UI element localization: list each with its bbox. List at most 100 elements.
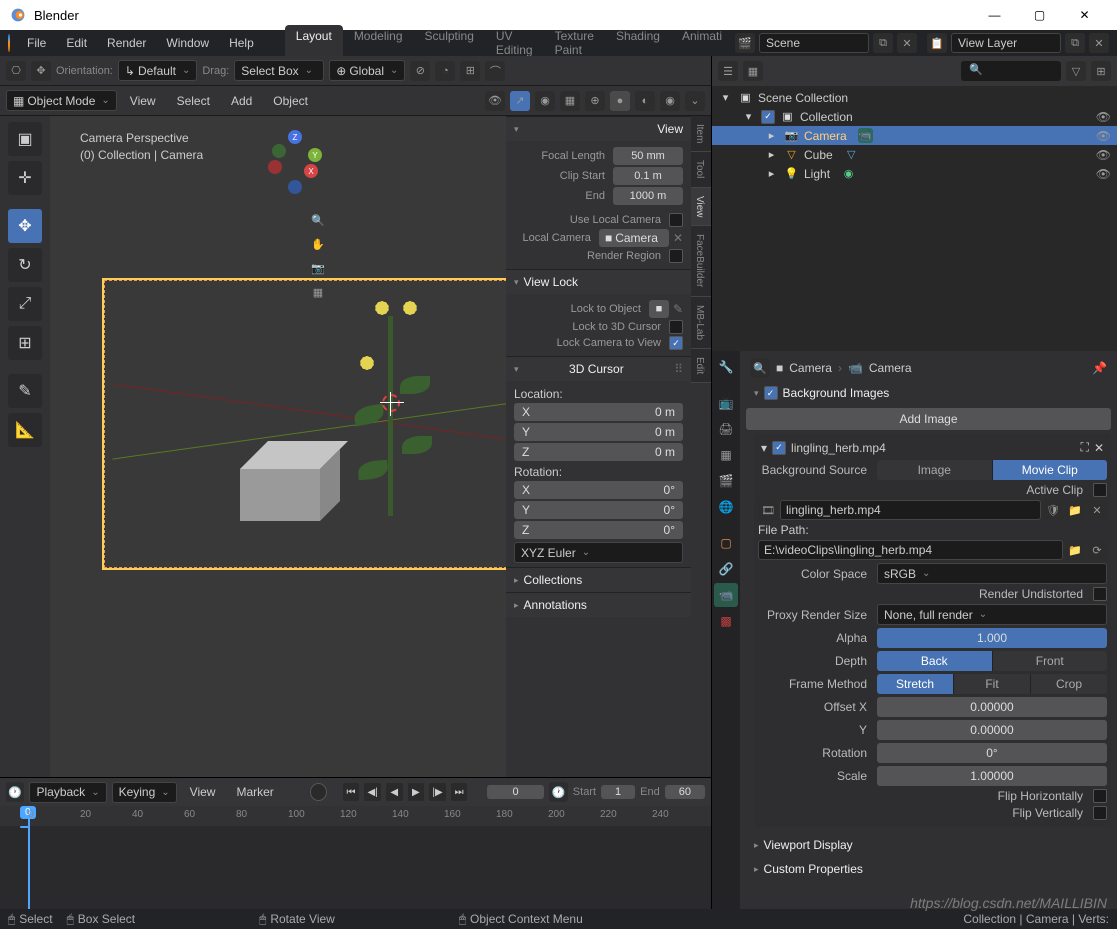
proportional-icon[interactable]: ◔ <box>435 61 455 81</box>
orientation-dropdown[interactable]: ↳Default <box>118 60 197 81</box>
clip-end-field[interactable]: 1000 m <box>613 187 683 205</box>
ptab-camera-data[interactable]: 📹 <box>714 583 738 607</box>
ptab-scene[interactable]: 🎬 <box>714 469 738 493</box>
cursor-z-field[interactable]: Z0 m <box>514 443 683 461</box>
offsetx-field[interactable]: 0.00000 <box>877 697 1107 717</box>
depth-front[interactable]: Front <box>993 651 1108 671</box>
mode-dropdown[interactable]: ▦Object Mode <box>6 90 117 111</box>
folder-icon[interactable]: 📁 <box>1065 500 1085 520</box>
annotate-tool[interactable]: ✎ <box>8 374 42 408</box>
ptab-constraints[interactable]: 🔗 <box>714 557 738 581</box>
plant-object[interactable] <box>340 296 440 526</box>
select-menu[interactable]: Select <box>169 92 218 110</box>
eye-icon[interactable]: 👁 <box>1096 110 1111 124</box>
viewlock-panel-header[interactable]: View Lock <box>506 270 691 294</box>
ptab-world[interactable]: 🌐 <box>714 495 738 519</box>
axis-z[interactable]: Z <box>288 130 302 144</box>
cursor-rx-field[interactable]: X0° <box>514 481 683 499</box>
ptab-render[interactable]: 📺 <box>714 391 738 415</box>
scene-collection-row[interactable]: ▾▣Scene Collection <box>712 88 1117 107</box>
ptab-output[interactable]: 🖨 <box>714 417 738 441</box>
eye-icon[interactable]: 👁 <box>1096 167 1111 181</box>
transform-tool[interactable]: ⊞ <box>8 326 42 360</box>
select-box-tool[interactable]: ▣ <box>8 122 42 156</box>
collections-panel-header[interactable]: Collections <box>506 568 691 592</box>
cursor-x-field[interactable]: X0 m <box>514 403 683 421</box>
axis-neg3[interactable] <box>288 180 302 194</box>
play-button[interactable]: ▶ <box>408 783 425 801</box>
scene-delete-icon[interactable]: ✕ <box>897 33 917 53</box>
menu-window[interactable]: Window <box>157 33 218 53</box>
drag-dropdown[interactable]: Select Box <box>234 60 324 81</box>
outliner-editor-icon[interactable]: ☰ <box>718 61 738 81</box>
shading-solid-icon[interactable]: ● <box>610 91 630 111</box>
pan-hand-icon[interactable]: ✋ <box>308 234 328 254</box>
ntab-item[interactable]: Item <box>691 116 711 152</box>
transform-orientation[interactable]: ⊕Global <box>329 60 405 81</box>
timeline-editor-icon[interactable]: 🕐 <box>6 782 24 802</box>
clip-start-field[interactable]: 0.1 m <box>613 167 683 185</box>
editor-type-icon[interactable]: ⎔ <box>6 61 26 81</box>
viewlayer-copy-icon[interactable]: ⧉ <box>1065 33 1085 53</box>
menu-edit[interactable]: Edit <box>57 33 96 53</box>
custom-props-header[interactable]: Custom Properties <box>746 857 1111 881</box>
maximize-button[interactable]: ▢ <box>1017 0 1062 30</box>
cursor-ry-field[interactable]: Y0° <box>514 501 683 519</box>
focal-length-field[interactable]: 50 mm <box>613 147 683 165</box>
preview-range-icon[interactable]: 🕐 <box>549 782 567 802</box>
camera-item-row[interactable]: ▸📷Camera📹👁 <box>712 126 1117 145</box>
keying-menu[interactable]: Keying <box>112 782 177 803</box>
axis-x[interactable]: X <box>304 164 318 178</box>
gizmo-icon[interactable]: ↗ <box>510 91 530 111</box>
ntab-mblab[interactable]: MB-Lab <box>691 297 711 349</box>
viewlayer-browse-icon[interactable]: 📋 <box>927 33 947 53</box>
view-panel-header[interactable]: View <box>506 117 691 141</box>
colorspace-dropdown[interactable]: sRGB <box>877 563 1107 584</box>
unlink-icon[interactable]: ✕ <box>1087 500 1107 520</box>
move-tool-icon[interactable]: ✥ <box>31 61 51 81</box>
minimize-button[interactable]: — <box>972 0 1017 30</box>
menu-file[interactable]: File <box>18 33 55 53</box>
clip-subheader[interactable]: ▾lingling_herb.mp4⛶✕ <box>758 438 1107 457</box>
rotation-mode-dropdown[interactable]: XYZ Euler <box>514 542 683 563</box>
depth-toggle[interactable]: Back Front <box>877 651 1107 671</box>
bg-rotation-field[interactable]: 0° <box>877 743 1107 763</box>
outliner-search[interactable]: 🔍 <box>961 61 1061 81</box>
flip-v-check[interactable] <box>1093 806 1107 820</box>
menu-render[interactable]: Render <box>98 33 155 53</box>
pin-icon[interactable]: 📌 <box>1092 361 1107 375</box>
viewlayer-delete-icon[interactable]: ✕ <box>1089 33 1109 53</box>
bg-images-header[interactable]: Background Images <box>746 381 1111 405</box>
lock-camera-check[interactable] <box>669 336 683 350</box>
nav-gizmo[interactable]: Z Y X <box>266 130 326 190</box>
measure-tool[interactable]: 📐 <box>8 413 42 447</box>
scene-name-field[interactable]: Scene <box>759 33 869 53</box>
shading-matprev-icon[interactable]: ◐ <box>635 91 655 111</box>
keyframe-prev-button[interactable]: ◀︎| <box>364 783 381 801</box>
start-frame-field[interactable]: 1 <box>601 785 635 799</box>
overlay-icon[interactable]: ◉ <box>535 91 555 111</box>
lock-3dcursor-check[interactable] <box>669 320 683 334</box>
ntab-edit[interactable]: Edit <box>691 349 711 383</box>
eyedrop-icon[interactable]: ✎ <box>673 302 683 316</box>
render-undistorted-check[interactable] <box>1093 587 1107 601</box>
cube-object[interactable] <box>240 441 320 521</box>
clip-name-field[interactable]: lingling_herb.mp4 <box>780 500 1041 520</box>
close-button[interactable]: ✕ <box>1062 0 1107 30</box>
outliner-display-icon[interactable]: ▦ <box>743 61 763 81</box>
add-image-button[interactable]: Add Image <box>746 408 1111 430</box>
frame-stretch[interactable]: Stretch <box>877 674 954 694</box>
depth-back[interactable]: Back <box>877 651 993 671</box>
axis-neg2[interactable] <box>272 144 286 158</box>
bg-images-check[interactable] <box>764 386 778 400</box>
bg-source-image[interactable]: Image <box>877 460 993 480</box>
view-menu[interactable]: View <box>122 92 164 110</box>
active-clip-check[interactable] <box>1093 483 1107 497</box>
viewlayer-name-field[interactable]: View Layer <box>951 33 1061 53</box>
refresh-icon[interactable]: ⟳ <box>1087 540 1107 560</box>
eye-icon[interactable]: 👁 <box>1096 148 1111 162</box>
ptab-tool[interactable]: 🔧 <box>714 355 738 379</box>
clip-browse-icon[interactable]: 🎞 <box>758 500 778 520</box>
ntab-facebuilder[interactable]: FaceBuilder <box>691 226 711 296</box>
add-menu[interactable]: Add <box>223 92 260 110</box>
